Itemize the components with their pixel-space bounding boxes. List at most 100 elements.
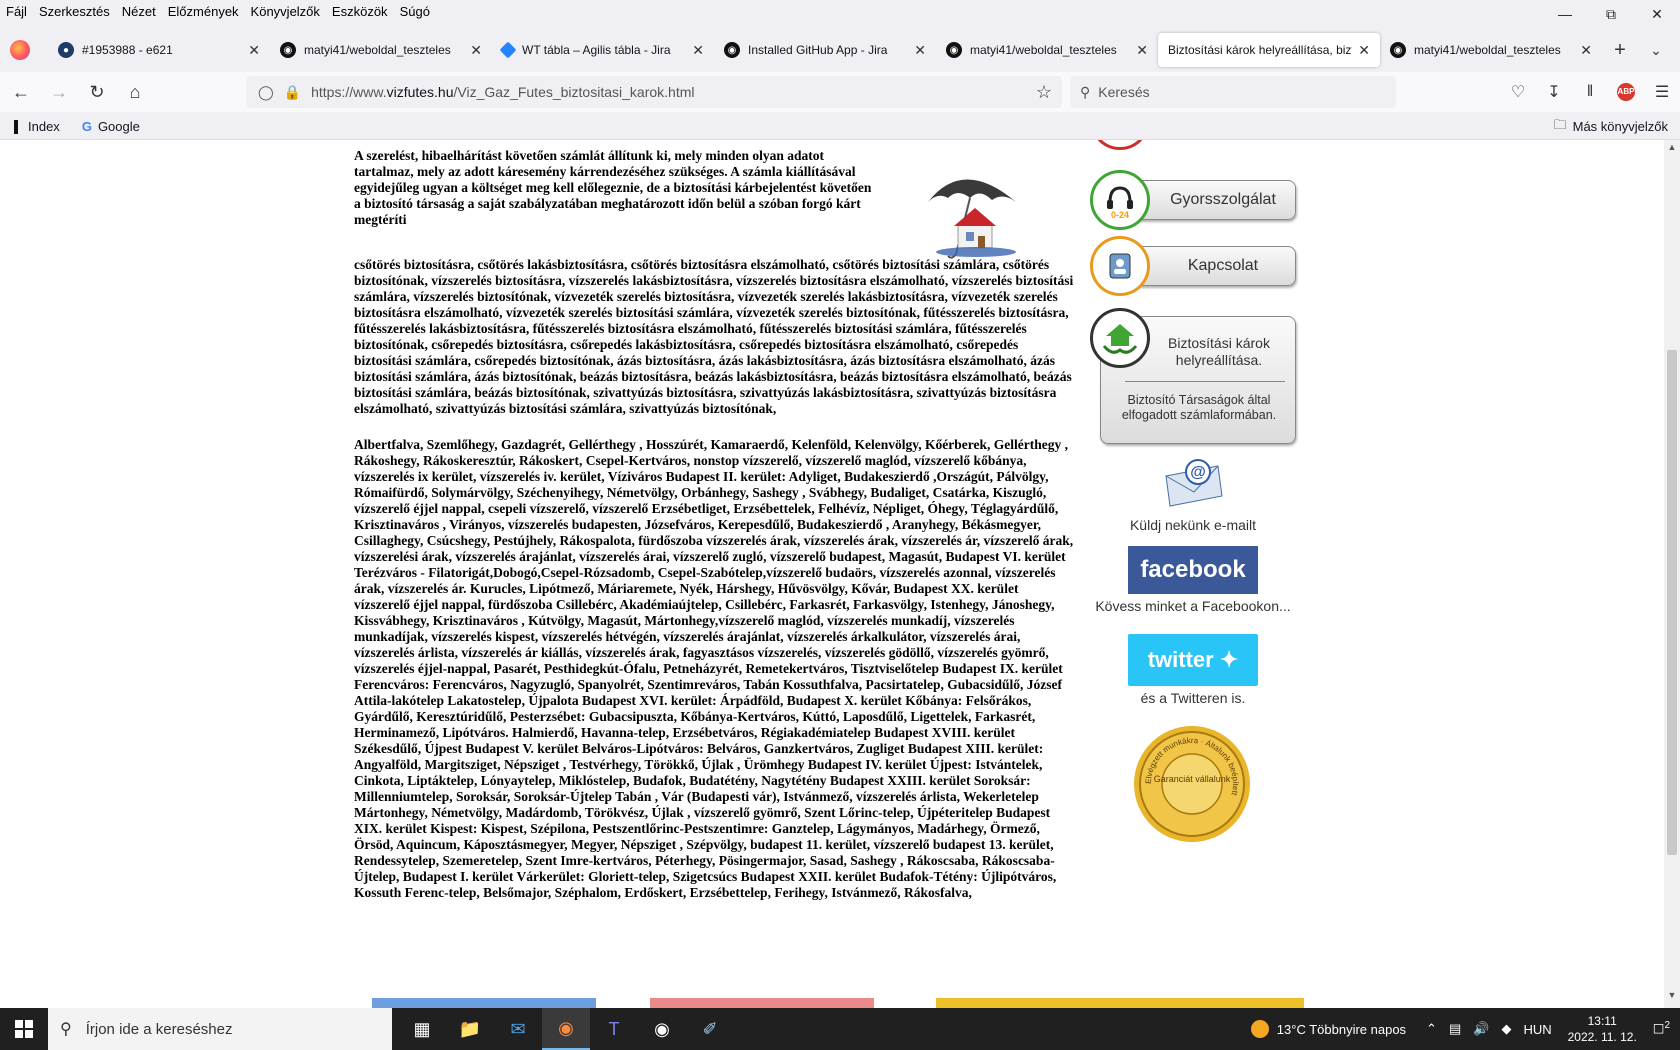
badge-0-24: 0-24: [1111, 210, 1129, 220]
search-bar[interactable]: ⚲ Keresés: [1070, 76, 1396, 108]
menu-file[interactable]: Fájl: [6, 4, 27, 19]
github-icon: ◉: [280, 42, 296, 58]
file-explorer-icon[interactable]: 📁: [446, 1008, 494, 1050]
tab-github-3[interactable]: ◉ matyi41/weboldal_teszteles ✕: [1380, 33, 1602, 67]
kapcsolat-button[interactable]: Kapcsolat: [1090, 236, 1296, 296]
twitter-button[interactable]: twitter ✦: [1128, 634, 1258, 686]
forward-icon[interactable]: →: [42, 77, 76, 107]
jira-icon: [499, 41, 517, 59]
github-icon: ◉: [946, 42, 962, 58]
menu-help[interactable]: Súgó: [400, 4, 430, 19]
nav-toolbar: ← → ↻ ⌂ ◯ 🔒 https://www. vizfutes.hu/Viz_…: [0, 72, 1680, 112]
bookmark-google[interactable]: G Google: [82, 119, 140, 134]
menu-tools[interactable]: Eszközök: [332, 4, 388, 19]
url-prefix: https://www.: [311, 84, 387, 100]
close-tab-icon[interactable]: ✕: [692, 42, 704, 59]
volume-icon[interactable]: 🔊: [1473, 1021, 1489, 1037]
firefox-icon[interactable]: [10, 40, 30, 60]
close-tab-icon[interactable]: ✕: [914, 42, 926, 59]
reload-icon[interactable]: ↻: [80, 77, 114, 107]
biztositasi-karok-card[interactable]: Biztosítási károk helyreállítása. Biztos…: [1090, 308, 1296, 448]
tab-label: WT tábla – Agilis tábla - Jira: [522, 43, 671, 57]
adblock-icon[interactable]: ABP: [1617, 83, 1635, 101]
weather-widget[interactable]: 13°C Többnyire napos: [1250, 1020, 1406, 1038]
email-link[interactable]: @ Küldj nekünk e-mailt: [1090, 456, 1296, 533]
facebook-caption: Kövess minket a Facebookon...: [1095, 598, 1291, 614]
tab-github-2[interactable]: ◉ matyi41/weboldal_teszteles ✕: [936, 33, 1158, 67]
footer-bar-yellow: [936, 998, 1304, 1008]
close-window-icon[interactable]: ✕: [1634, 0, 1680, 28]
menu-view[interactable]: Nézet: [122, 4, 156, 19]
scroll-down-icon[interactable]: ▼: [1664, 990, 1680, 1006]
minimize-icon[interactable]: —: [1542, 0, 1588, 28]
tab-active-vizfutes[interactable]: Biztosítási károk helyreállítása, bizto …: [1158, 33, 1380, 67]
tab-github-1[interactable]: ◉ matyi41/weboldal_teszteles ✕: [270, 33, 492, 67]
mail-icon[interactable]: ✉: [494, 1008, 542, 1050]
weather-sun-icon: [1250, 1020, 1269, 1038]
firefox-taskbar-icon[interactable]: ◉: [542, 1008, 590, 1050]
pocket-icon[interactable]: ♡: [1500, 82, 1536, 102]
download-icon[interactable]: ↧: [1536, 82, 1572, 102]
tab-e621[interactable]: ● #1953988 - e621 ✕: [48, 33, 270, 67]
sidebar: Gyorsszolgálat 0-24 Kapcsolat Biztosítás…: [1090, 140, 1300, 1008]
tab-jira-github-app[interactable]: ◉ Installed GitHub App - Jira ✕: [714, 33, 936, 67]
back-icon[interactable]: ←: [4, 77, 38, 107]
close-tab-icon[interactable]: ✕: [1358, 42, 1370, 59]
sidebar-top-partial-button[interactable]: [1090, 140, 1296, 150]
contact-card-icon: [1090, 236, 1150, 296]
language-indicator[interactable]: HUN: [1523, 1022, 1551, 1037]
footer-bar-red: [650, 998, 874, 1008]
other-bookmarks[interactable]: 🗀 Más könyvjelzők: [1554, 116, 1668, 138]
close-tab-icon[interactable]: ✕: [470, 42, 482, 59]
tab-jira-board[interactable]: WT tábla – Agilis tábla - Jira ✕: [492, 33, 714, 67]
facebook-link[interactable]: facebook Kövess minket a Facebookon...: [1090, 546, 1296, 614]
scroll-up-icon[interactable]: ▲: [1664, 142, 1680, 158]
gyorsszolgalat-button[interactable]: Gyorsszolgálat 0-24: [1090, 170, 1296, 230]
bookmark-star-icon[interactable]: ☆: [1036, 82, 1052, 103]
github-desktop-icon[interactable]: ◉: [638, 1008, 686, 1050]
twitter-link[interactable]: twitter ✦ és a Twitteren is.: [1090, 634, 1296, 706]
close-tab-icon[interactable]: ✕: [1580, 42, 1592, 59]
menu-edit[interactable]: Szerkesztés: [39, 4, 110, 19]
restore-icon[interactable]: ⧉: [1588, 0, 1634, 28]
email-icon: @: [1165, 459, 1223, 507]
partial-circle-icon: [1090, 140, 1150, 150]
facebook-button[interactable]: facebook: [1128, 546, 1258, 594]
taskbar-search-placeholder: Írjon ide a kereséshez: [85, 1020, 233, 1038]
list-tabs-icon[interactable]: ⌄: [1638, 42, 1674, 59]
close-tab-icon[interactable]: ✕: [1136, 42, 1148, 59]
teams-icon[interactable]: T: [590, 1008, 638, 1050]
task-view-icon[interactable]: ▦: [398, 1008, 446, 1050]
url-bar[interactable]: ◯ 🔒 https://www. vizfutes.hu/Viz_Gaz_Fute…: [246, 76, 1062, 108]
browser-chrome: Fájl Szerkesztés Nézet Előzmények Könyvj…: [0, 0, 1680, 140]
twitter-caption: és a Twitteren is.: [1140, 690, 1246, 706]
hamburger-menu-icon[interactable]: ☰: [1644, 82, 1680, 102]
chevron-up-icon[interactable]: ⌃: [1426, 1021, 1437, 1037]
page-content: A szerelést, hibaelhárítást követően szá…: [0, 140, 1664, 1008]
scroll-thumb[interactable]: [1667, 350, 1677, 855]
windows-start-icon[interactable]: [0, 1008, 48, 1050]
close-tab-icon[interactable]: ✕: [248, 42, 260, 59]
bookmarks-toolbar: Index G Google 🗀 Más könyvjelzők: [0, 114, 1680, 140]
clock[interactable]: 13:11 2022. 11. 12.: [1568, 1013, 1637, 1045]
library-icon[interactable]: ‖: [1572, 83, 1608, 101]
paint-icon[interactable]: ✐: [686, 1008, 734, 1050]
notification-icon[interactable]: ☐2: [1653, 1020, 1670, 1037]
shield-icon[interactable]: ◯: [258, 84, 274, 101]
new-tab-icon[interactable]: +: [1602, 39, 1638, 62]
bookmark-label: Más könyvjelzők: [1572, 119, 1668, 134]
network-icon[interactable]: ▤: [1449, 1021, 1461, 1037]
home-icon[interactable]: ⌂: [118, 77, 152, 107]
menu-history[interactable]: Előzmények: [168, 4, 239, 19]
wifi-icon[interactable]: ◆: [1501, 1021, 1511, 1037]
bookmark-index[interactable]: Index: [14, 119, 60, 134]
taskbar-search[interactable]: ⚲ Írjon ide a kereséshez: [48, 1008, 392, 1050]
biz-card-title: Biztosítási károk helyreállítása.: [1168, 335, 1270, 368]
footer-bar-blue: [372, 998, 596, 1008]
search-icon: ⚲: [1080, 83, 1091, 100]
tab-label: #1953988 - e621: [82, 43, 173, 57]
guarantee-seal-icon: Elvégzett munkákra · Általunk beépített …: [1134, 726, 1250, 842]
lock-icon[interactable]: 🔒: [284, 84, 301, 101]
page-scrollbar[interactable]: ▲ ▼: [1664, 140, 1680, 1008]
menu-bookmarks[interactable]: Könyvjelzők: [251, 4, 320, 19]
